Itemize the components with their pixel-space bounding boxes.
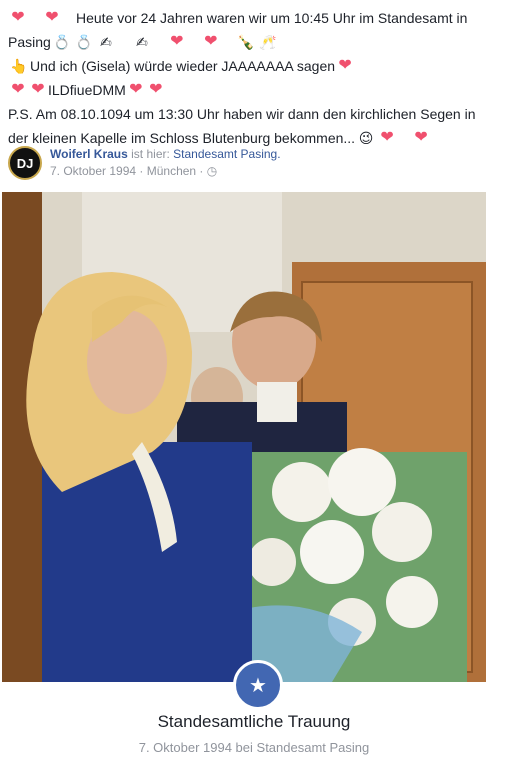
post-line-5-text: P.S. Am 08.10.1094 um 13:30 Uhr haben wi… (8, 106, 476, 122)
heart-icon: ❤ (11, 81, 25, 98)
post-text: ❤ ❤ Heute vor 24 Jahren waren wir um 10:… (8, 6, 504, 150)
life-event-title: Standesamtliche Trauung (157, 712, 351, 731)
heart-icon: ❤ (11, 9, 25, 26)
post-line-3: 👆 Und ich (Gisela) würde wieder JAAAAAAA… (8, 54, 504, 78)
author-name-link[interactable]: Woiferl Kraus (50, 147, 128, 161)
post-line-5: P.S. Am 08.10.1094 um 13:30 Uhr haben wi… (8, 102, 504, 126)
heart-icon: ❤ (204, 33, 218, 50)
writing-hand-icon: ✍ (99, 34, 112, 50)
post-line-1-text: Heute vor 24 Jahren waren wir um 10:45 U… (76, 10, 468, 26)
post-meta: Woiferl Kraus ist hier: Standesamt Pasin… (50, 146, 281, 180)
pointing-up-icon: 👆 (10, 58, 28, 74)
heart-icon: ❤ (149, 81, 163, 98)
avatar[interactable]: DJ (8, 146, 42, 180)
rings-icon: 💍 (75, 34, 93, 50)
champagne-icon: 🥂 (259, 34, 277, 50)
post-line-1: ❤ ❤ Heute vor 24 Jahren waren wir um 10:… (8, 6, 504, 30)
post-line-3-text: Und ich (Gisela) würde wieder JAAAAAAA s… (30, 58, 336, 74)
post-line-4: ❤ ❤ ILDfiueDMM ❤ ❤ (8, 78, 504, 102)
post-line-4-text: ILDfiueDMM (48, 82, 126, 98)
heart-icon: ❤ (338, 57, 352, 74)
is-at-label: ist hier: (131, 147, 170, 161)
heart-icon: ❤ (31, 81, 45, 98)
post-line-2-text: Pasing (8, 34, 51, 50)
heart-icon: ❤ (129, 81, 143, 98)
clock-icon[interactable]: ◷ (207, 164, 217, 178)
post-line-2: Pasing 💍 💍 ✍ ✍ ❤ ❤ 🍾 🥂 (8, 30, 504, 54)
rings-icon: 💍 (53, 34, 71, 50)
heart-icon: ❤ (45, 9, 59, 26)
post-date-location[interactable]: 7. Oktober 1994 · München · (50, 164, 207, 178)
life-event-subtitle[interactable]: 7. Oktober 1994 bei Standesamt Pasing (0, 740, 508, 755)
post-header: DJ Woiferl Kraus ist hier: Standesamt Pa… (8, 145, 504, 181)
heart-icon: ❤ (170, 33, 184, 50)
champagne-icon: 🍾 (237, 34, 255, 50)
place-link[interactable]: Standesamt Pasing. (173, 147, 280, 161)
writing-hand-icon: ✍ (135, 34, 148, 50)
star-icon: ★ (233, 660, 283, 710)
post-photo[interactable] (2, 192, 486, 682)
